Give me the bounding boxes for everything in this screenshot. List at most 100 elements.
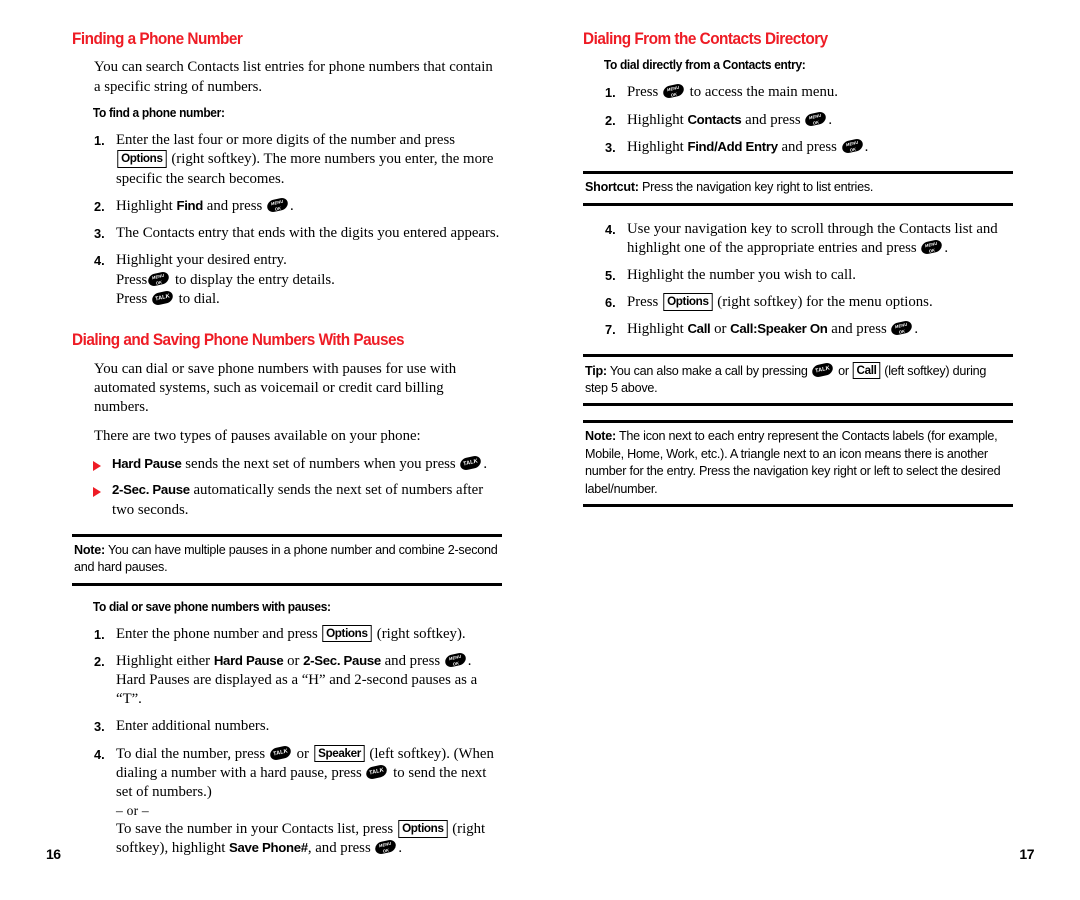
page-title-finding-a-phone-number: Finding a Phone Number: [72, 30, 243, 48]
talk-key-icon: TALK: [151, 289, 174, 307]
numbered-step: 2. Highlight Find and press MENU OK.: [72, 196, 502, 216]
step-text: Highlight Find/Add Entry and press MENU O…: [627, 137, 869, 155]
note-label: Note:: [74, 542, 105, 557]
steps-list-dial-from-contacts-part2: 4. Use your navigation key to scroll thro…: [583, 220, 1013, 340]
step-text: Highlight Find and press MENU OK.: [116, 196, 294, 214]
menu-ok-key-icon: MENU OK: [841, 137, 864, 155]
step-text: To dial the number, press TALK or Speake…: [116, 744, 502, 856]
numbered-step: 1. Enter the phone number and press Optio…: [72, 624, 502, 644]
step-text: Highlight your desired entry. Press MENU OK…: [116, 252, 335, 307]
numbered-step: 3. Highlight Find/Add Entry and press MEN…: [583, 137, 1013, 157]
step-number: 3.: [94, 226, 105, 242]
step-text: Highlight the number you wish to call.: [627, 267, 856, 284]
list-item: 2-Sec. Pause automatically sends the nex…: [72, 481, 502, 519]
step-text: Press MENU OK to access the main menu.: [627, 83, 838, 101]
step-number: 4.: [94, 253, 105, 269]
step-number: 1.: [94, 133, 105, 149]
step-number: 4.: [94, 746, 105, 762]
talk-key-icon: TALK: [811, 361, 834, 379]
menu-ok-key-icon: MENU OK: [662, 83, 685, 100]
softkey-label-options[interactable]: Options: [398, 820, 448, 838]
key-label: MENU OK: [448, 653, 462, 666]
page-number-right: 17: [1019, 846, 1034, 862]
menu-ok-key-icon: MENU OK: [266, 196, 289, 214]
manual-page-spread: Finding a Phone Number You can search Co…: [0, 0, 1080, 900]
key-label: MENU OK: [379, 840, 392, 854]
menu-item-name: Call: [687, 321, 711, 337]
note-text: You can have multiple pauses in a phone …: [74, 542, 498, 575]
key-label: TALK: [814, 365, 831, 375]
shortcut-text: Press the navigation key right to list e…: [638, 180, 874, 195]
numbered-step: 6. Press Options (right softkey) for the …: [583, 293, 1013, 312]
numbered-step: 4. To dial the number, press TALK or Spea…: [72, 744, 502, 859]
menu-item-name: Call:Speaker On: [730, 321, 828, 337]
left-page-column: Finding a Phone Number You can search Co…: [72, 30, 502, 867]
menu-item-name: Hard Pause: [112, 456, 182, 472]
numbered-step: 2. Highlight either Hard Pause or 2-Sec. …: [72, 651, 502, 710]
softkey-label-options[interactable]: Options: [663, 293, 713, 311]
shortcut-callout: Shortcut: Press the navigation key right…: [583, 171, 1013, 206]
numbered-step: 3. Enter additional numbers.: [72, 717, 502, 736]
softkey-label-call[interactable]: Call: [852, 361, 881, 380]
menu-item-name: Save Phone#: [229, 840, 308, 856]
key-label: MENU OK: [925, 240, 938, 253]
subheading-to-dial-or-save-with-pauses: To dial or save phone numbers with pause…: [92, 599, 331, 614]
step-number: 7.: [605, 322, 616, 338]
key-label: MENU OK: [152, 272, 165, 285]
step-number: 4.: [605, 221, 616, 237]
menu-ok-key-icon: MENU OK: [804, 110, 827, 128]
menu-item-name: 2-Sec. Pause: [303, 652, 381, 668]
numbered-step: 2. Highlight Contacts and press MENU OK.: [583, 110, 1013, 130]
step-text: The Contacts entry that ends with the di…: [116, 225, 500, 242]
step-number: 1.: [94, 626, 105, 642]
key-label: MENU OK: [845, 139, 859, 153]
talk-key-icon: TALK: [269, 744, 292, 762]
right-page-column: Dialing From the Contacts Directory To d…: [583, 30, 1013, 521]
menu-ok-key-icon: MENU OK: [374, 838, 397, 856]
step-text: Enter the last four or more digits of th…: [116, 132, 494, 187]
page-title-dialing-from-contacts-directory: Dialing From the Contacts Directory: [583, 30, 828, 48]
numbered-step: 3. The Contacts entry that ends with the …: [72, 224, 502, 243]
step-number: 3.: [605, 139, 616, 155]
note-callout-pauses: Note: You can have multiple pauses in a …: [72, 533, 502, 586]
softkey-label-speaker[interactable]: Speaker: [313, 744, 365, 763]
list-item: Hard Pause sends the next set of numbers…: [72, 454, 502, 474]
step-text: Enter the phone number and press Options…: [116, 624, 466, 643]
steps-list-find-phone-number: 1. Enter the last four or more digits of …: [72, 131, 502, 309]
softkey-label-options[interactable]: Options: [322, 624, 372, 643]
step-number: 6.: [605, 295, 616, 311]
step-text: Highlight Contacts and press MENU OK.: [627, 110, 833, 128]
red-triangle-bullet-icon: [93, 487, 101, 498]
key-label: MENU OK: [809, 112, 822, 125]
step-number: 5.: [605, 268, 616, 284]
subheading-to-find-a-phone-number: To find a phone number:: [92, 106, 225, 121]
step-number: 2.: [94, 198, 105, 214]
step-number: 1.: [605, 85, 616, 101]
key-label: TALK: [369, 767, 385, 777]
pauses-intro-paragraph: You can dial or save phone numbers with …: [94, 360, 457, 416]
note-label-2: Note:: [585, 429, 616, 444]
step-text: Use your navigation key to scroll throug…: [627, 220, 998, 256]
page-title-dialing-and-saving-with-pauses: Dialing and Saving Phone Numbers With Pa…: [72, 331, 405, 350]
menu-ok-key-icon: MENU OK: [444, 651, 467, 669]
red-triangle-bullet-icon: [93, 461, 101, 472]
subheading-to-dial-directly-from-contacts-entry: To dial directly from a Contacts entry:: [603, 58, 806, 73]
step-number: 3.: [94, 719, 105, 735]
steps-list-dial-or-save-with-pauses: 1. Enter the phone number and press Optio…: [72, 624, 502, 859]
numbered-step: 1. Enter the last four or more digits of …: [72, 131, 502, 189]
numbered-step: 7. Highlight Call or Call:Speaker On and …: [583, 320, 1013, 339]
softkey-label-options[interactable]: Options: [117, 150, 167, 168]
tip-label: Tip:: [585, 363, 607, 378]
pause-types-bullet-list: Hard Pause sends the next set of numbers…: [72, 454, 502, 520]
key-label: TALK: [272, 748, 289, 758]
menu-item-name: 2-Sec. Pause: [112, 482, 190, 498]
menu-ok-key-icon: MENU OK: [890, 320, 913, 337]
intro-paragraph: You can search Contacts list entries for…: [94, 59, 493, 95]
menu-item-name: Contacts: [687, 111, 742, 127]
numbered-step: 5. Highlight the number you wish to call.: [583, 266, 1013, 285]
list-item-text: 2-Sec. Pause automatically sends the nex…: [112, 482, 484, 518]
step-text: Enter additional numbers.: [116, 718, 270, 735]
numbered-step: 4. Highlight your desired entry. Press MENU…: [72, 251, 502, 309]
step-number: 2.: [605, 112, 616, 128]
key-label: TALK: [154, 293, 171, 303]
